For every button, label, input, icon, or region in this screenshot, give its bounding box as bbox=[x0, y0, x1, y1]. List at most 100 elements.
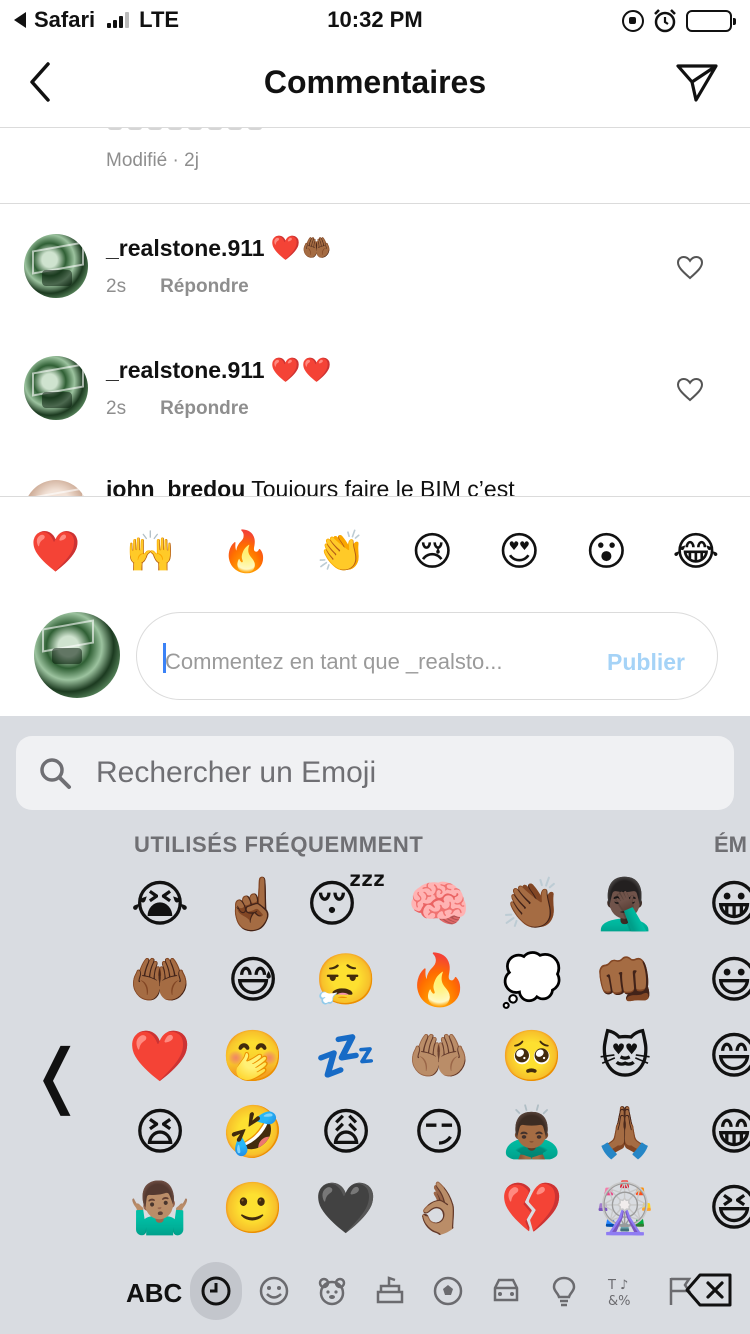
category-activity-icon[interactable] bbox=[422, 1262, 474, 1320]
category-animals-icon[interactable] bbox=[306, 1262, 358, 1320]
emoji-search-placeholder[interactable]: Rechercher un Emoji bbox=[96, 756, 376, 790]
orientation-lock-icon bbox=[622, 10, 644, 32]
emoji-key[interactable]: 😻 bbox=[579, 1018, 671, 1094]
like-heart-icon[interactable] bbox=[676, 254, 704, 282]
caption-meta-row: Modifié · 2j bbox=[0, 128, 750, 204]
delete-backspace-icon[interactable] bbox=[684, 1272, 734, 1308]
emoji-key[interactable]: ❤️ bbox=[114, 1018, 206, 1094]
emoji-key[interactable]: ☝🏾 bbox=[207, 866, 299, 942]
nav-header: Commentaires bbox=[0, 42, 750, 128]
comment-body: ❤️❤️ bbox=[270, 357, 333, 384]
emoji-key[interactable]: 🤦🏿‍♂️ bbox=[579, 866, 671, 942]
category-symbols-icon[interactable]: T ♪ &% bbox=[596, 1262, 648, 1320]
quick-emoji-heart-eyes[interactable]: 😍 bbox=[498, 532, 540, 572]
emoji-key[interactable]: 🙂 bbox=[207, 1170, 299, 1246]
comment-input[interactable]: Commentez en tant que _realsto... Publie… bbox=[136, 612, 718, 700]
emoji-key[interactable]: 💤 bbox=[300, 1018, 392, 1094]
emoji-key-partial[interactable]: 😃 bbox=[708, 942, 750, 1018]
like-heart-icon[interactable] bbox=[676, 376, 704, 404]
search-icon bbox=[40, 758, 71, 789]
category-food-icon[interactable] bbox=[364, 1262, 416, 1320]
category-objects-icon[interactable] bbox=[538, 1262, 590, 1320]
emoji-key[interactable]: 🖤 bbox=[300, 1170, 392, 1246]
send-direct-icon[interactable] bbox=[674, 60, 720, 104]
quick-emoji-raised-hands[interactable]: 🙌 bbox=[126, 532, 176, 572]
comment-username[interactable]: john_bredou bbox=[106, 476, 245, 496]
svg-text:&%: &% bbox=[608, 1294, 631, 1308]
emoji-grid: 😭 ☝🏾 😴 🧠 👏🏾 🤦🏿‍♂️ 🤲🏾 😅 😮‍💨 🔥 💭 👊🏾 ❤️ 🤭 💤 🤲🏽 🥺 😻 😫 🤣 😩 😏 🙇🏾‍♂️ 🙏… bbox=[114, 866, 714, 1246]
emoji-key[interactable]: 🤲🏾 bbox=[114, 942, 206, 1018]
emoji-key[interactable]: 🔥 bbox=[393, 942, 485, 1018]
emoji-key-partial[interactable]: 😁 bbox=[708, 1094, 750, 1170]
emoji-key[interactable]: 🥺 bbox=[486, 1018, 578, 1094]
comment-text: _realstone.911 ❤️❤️ bbox=[106, 356, 332, 385]
emoji-key-partial[interactable]: 😄 bbox=[708, 1018, 750, 1094]
quick-emoji-clap[interactable]: 👏 bbox=[316, 532, 366, 572]
comment-composer: Commentez en tant que _realsto... Publie… bbox=[0, 606, 750, 716]
comment-body: ❤️🤲🏾 bbox=[270, 235, 333, 262]
emoji-key[interactable]: 👏🏾 bbox=[486, 866, 578, 942]
emoji-key[interactable]: 🙏🏾 bbox=[579, 1094, 671, 1170]
category-travel-icon[interactable] bbox=[480, 1262, 532, 1320]
emoji-key[interactable]: 😴 bbox=[300, 866, 392, 942]
abc-key[interactable]: ABC bbox=[126, 1278, 182, 1309]
emoji-key[interactable]: 😮‍💨 bbox=[300, 942, 392, 1018]
emoji-key[interactable]: 😭 bbox=[114, 866, 206, 942]
keyboard-left-chevron-icon[interactable]: ❬ bbox=[28, 1040, 87, 1110]
comment-age: 2s bbox=[106, 276, 127, 297]
publish-button[interactable]: Publier bbox=[607, 649, 685, 676]
page-title: Commentaires bbox=[263, 64, 487, 100]
category-smileys-icon[interactable] bbox=[248, 1262, 300, 1320]
emoji-next-column: 😀 😃 😄 😁 😆 bbox=[708, 866, 750, 1246]
comment-row[interactable]: _realstone.911 ❤️❤️ 2s Répondre bbox=[0, 356, 750, 466]
emoji-key[interactable]: 😩 bbox=[300, 1094, 392, 1170]
alarm-icon bbox=[654, 9, 676, 33]
emoji-search-field[interactable]: Rechercher un Emoji bbox=[16, 736, 734, 810]
section-title-frequent: UTILISÉS FRÉQUEMMENT bbox=[134, 832, 424, 857]
emoji-category-bar: T ♪ &% bbox=[190, 1262, 706, 1320]
quick-emoji-surprised[interactable]: 😮 bbox=[585, 532, 627, 572]
emoji-key[interactable]: 👊🏾 bbox=[579, 942, 671, 1018]
composer-avatar bbox=[34, 612, 120, 698]
emoji-key[interactable]: 💭 bbox=[486, 942, 578, 1018]
comment-row-partial[interactable]: john_bredou Toujours faire le BIM c’est bbox=[0, 476, 750, 496]
avatar[interactable] bbox=[24, 356, 88, 420]
comment-meta: 2s Répondre bbox=[106, 398, 249, 420]
emoji-key[interactable]: 😏 bbox=[393, 1094, 485, 1170]
avatar[interactable] bbox=[24, 234, 88, 298]
emoji-key[interactable]: 💔 bbox=[486, 1170, 578, 1246]
emoji-key[interactable]: 🤭 bbox=[207, 1018, 299, 1094]
quick-reaction-bar: ❤️ 🙌 🔥 👏 😢 😍 😮 😂 bbox=[0, 496, 750, 606]
comment-username[interactable]: _realstone.911 bbox=[106, 357, 265, 383]
quick-emoji-heart[interactable]: ❤️ bbox=[31, 532, 81, 572]
emoji-key[interactable]: 🙇🏾‍♂️ bbox=[486, 1094, 578, 1170]
emoji-key-partial[interactable]: 😆 bbox=[708, 1170, 750, 1246]
emoji-key[interactable]: 😫 bbox=[114, 1094, 206, 1170]
reply-button[interactable]: Répondre bbox=[160, 398, 249, 420]
comment-username[interactable]: _realstone.911 bbox=[106, 235, 265, 261]
comment-age: 2s bbox=[106, 398, 127, 419]
quick-emoji-tears-of-joy[interactable]: 😂 bbox=[673, 532, 720, 572]
comment-input-placeholder[interactable]: Commentez en tant que _realsto... bbox=[165, 649, 503, 675]
emoji-key[interactable]: 🤣 bbox=[207, 1094, 299, 1170]
section-title-next: ÉM bbox=[714, 832, 747, 857]
category-recent-icon[interactable] bbox=[190, 1262, 242, 1320]
battery-icon bbox=[686, 10, 736, 32]
emoji-key[interactable]: 🎡 bbox=[579, 1170, 671, 1246]
svg-text:♪: ♪ bbox=[620, 1278, 628, 1293]
emoji-key[interactable]: 🤲🏽 bbox=[393, 1018, 485, 1094]
emoji-keyboard: Rechercher un Emoji UTILISÉS FRÉQUEMMENT… bbox=[0, 716, 750, 1334]
reply-button[interactable]: Répondre bbox=[160, 276, 249, 298]
comment-text: john_bredou Toujours faire le BIM c’est bbox=[106, 476, 515, 496]
emoji-key[interactable]: 😅 bbox=[207, 942, 299, 1018]
emoji-key[interactable]: 🧠 bbox=[393, 866, 485, 942]
quick-emoji-fire[interactable]: 🔥 bbox=[221, 532, 271, 572]
comment-row[interactable]: _realstone.911 ❤️🤲🏾 2s Répondre bbox=[0, 234, 750, 344]
emoji-key-partial[interactable]: 😀 bbox=[708, 866, 750, 942]
clipped-caption-line bbox=[108, 128, 262, 132]
emoji-key[interactable]: 👌🏽 bbox=[393, 1170, 485, 1246]
avatar[interactable] bbox=[24, 480, 88, 496]
emoji-key[interactable]: 🤷🏽‍♂️ bbox=[114, 1170, 206, 1246]
quick-emoji-crying[interactable]: 😢 bbox=[411, 532, 453, 572]
comments-list[interactable]: Modifié · 2j _realstone.911 ❤️🤲🏾 2s Répon… bbox=[0, 128, 750, 496]
